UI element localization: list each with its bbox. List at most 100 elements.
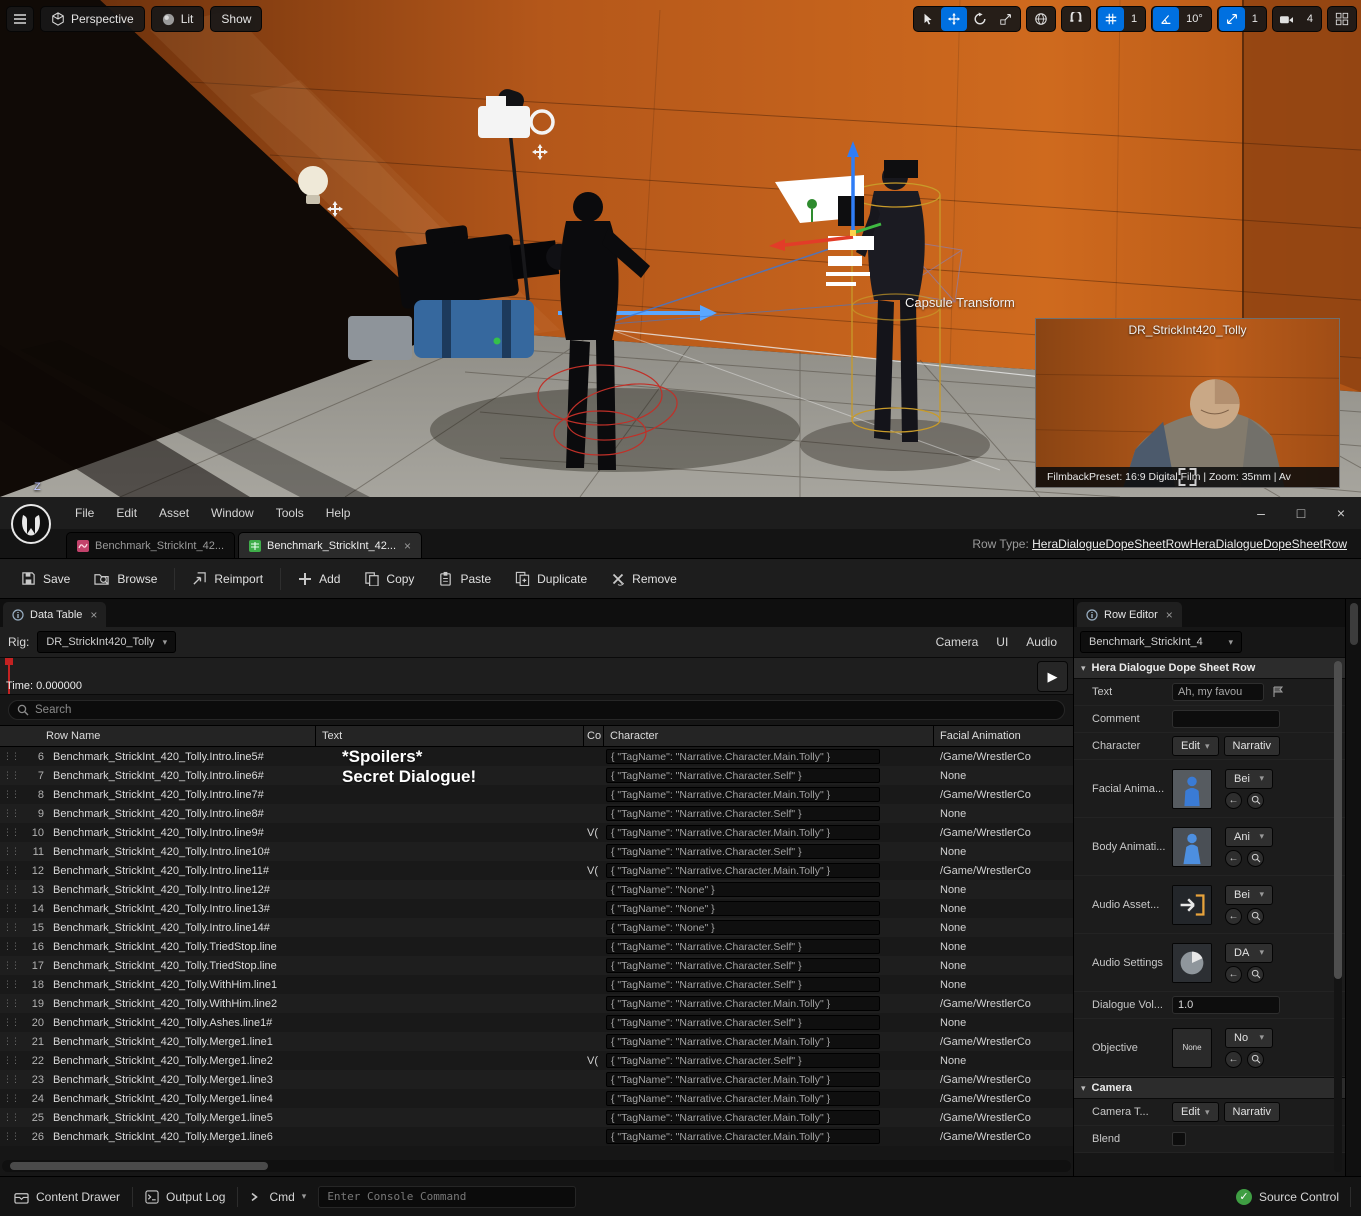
drag-handle-icon[interactable]: ⋮⋮	[0, 884, 22, 895]
cell-facial-animation[interactable]: None	[934, 903, 1073, 915]
table-row[interactable]: ⋮⋮ 7 Benchmark_StrickInt_420_Tolly.Intro…	[0, 766, 1073, 785]
scrollbar-thumb[interactable]	[1334, 661, 1342, 979]
drag-handle-icon[interactable]: ⋮⋮	[0, 1017, 22, 1028]
cell-character[interactable]: { "TagName": "Narrative.Character.Self" …	[604, 1015, 934, 1030]
rotate-tool-button[interactable]	[967, 7, 993, 31]
objective-thumbnail[interactable]: None	[1172, 1028, 1212, 1068]
drag-handle-icon[interactable]: ⋮⋮	[0, 1074, 22, 1085]
cell-facial-animation[interactable]: /Game/WrestlerCo	[934, 1112, 1073, 1124]
content-drawer-button[interactable]: Content Drawer	[10, 1183, 124, 1211]
use-selected-icon[interactable]: ←	[1225, 1051, 1242, 1068]
move-tool-button[interactable]	[941, 7, 967, 31]
column-comment[interactable]: Co	[584, 726, 604, 746]
table-row[interactable]: ⋮⋮ 10 Benchmark_StrickInt_420_Tolly.Intr…	[0, 823, 1073, 842]
drag-handle-icon[interactable]: ⋮⋮	[0, 827, 22, 838]
scrollbar-thumb[interactable]	[1350, 603, 1358, 645]
menu-item[interactable]: Asset	[148, 506, 200, 520]
row-type-link[interactable]: HeraDialogueDopeSheetRowHeraDialogueDope…	[1032, 537, 1347, 551]
menu-item[interactable]: File	[64, 506, 105, 520]
table-row[interactable]: ⋮⋮ 21 Benchmark_StrickInt_420_Tolly.Merg…	[0, 1032, 1073, 1051]
localize-flag-icon[interactable]	[1269, 684, 1286, 701]
maximize-viewport-button[interactable]	[1329, 7, 1355, 31]
grid-snap-button[interactable]	[1098, 7, 1124, 31]
camera-tag-button[interactable]: Narrativ	[1224, 1102, 1281, 1122]
cell-facial-animation[interactable]: /Game/WrestlerCo	[934, 998, 1073, 1010]
character-tag-button[interactable]: Narrativ	[1224, 736, 1281, 756]
panel-tab-close-icon[interactable]: ×	[88, 608, 97, 622]
cell-character[interactable]: { "TagName": "Narrative.Character.Main.T…	[604, 996, 934, 1011]
cell-facial-animation[interactable]: /Game/WrestlerCo	[934, 751, 1073, 763]
cell-character[interactable]: { "TagName": "Narrative.Character.Self" …	[604, 768, 934, 783]
close-button[interactable]: ×	[1321, 498, 1361, 528]
drag-handle-icon[interactable]: ⋮⋮	[0, 1036, 22, 1047]
comment-input[interactable]	[1172, 710, 1280, 728]
table-row[interactable]: ⋮⋮ 15 Benchmark_StrickInt_420_Tolly.Intr…	[0, 918, 1073, 937]
drag-handle-icon[interactable]: ⋮⋮	[0, 1093, 22, 1104]
menu-item[interactable]: Window	[200, 506, 265, 520]
cell-facial-animation[interactable]: None	[934, 979, 1073, 991]
cell-character[interactable]: { "TagName": "Narrative.Character.Main.T…	[604, 1072, 934, 1087]
cell-facial-animation[interactable]: /Game/WrestlerCo	[934, 1036, 1073, 1048]
cell-facial-animation[interactable]: /Game/WrestlerCo	[934, 827, 1073, 839]
cell-facial-animation[interactable]: None	[934, 941, 1073, 953]
cmd-dropdown[interactable]: Cmd ▾	[246, 1183, 310, 1211]
drag-handle-icon[interactable]: ⋮⋮	[0, 903, 22, 914]
cell-character[interactable]: { "TagName": "Narrative.Character.Self" …	[604, 844, 934, 859]
console-command-input[interactable]: Enter Console Command	[318, 1186, 576, 1208]
window-scrollbar[interactable]	[1345, 599, 1361, 1176]
browse-asset-icon[interactable]	[1247, 908, 1264, 925]
source-control-button[interactable]: ✓ Source Control	[1232, 1183, 1343, 1211]
grid-snap-value[interactable]: 1	[1124, 13, 1144, 25]
cell-character[interactable]: { "TagName": "None" }	[604, 882, 934, 897]
drag-handle-icon[interactable]: ⋮⋮	[0, 865, 22, 876]
data-table-tab[interactable]: Data Table ×	[3, 602, 106, 627]
cell-facial-animation[interactable]: None	[934, 922, 1073, 934]
cell-facial-animation[interactable]: None	[934, 846, 1073, 858]
remove-button[interactable]: Remove	[600, 564, 688, 594]
asset-tab-active[interactable]: Benchmark_StrickInt_42... ×	[238, 532, 422, 558]
reimport-button[interactable]: Reimport	[181, 564, 274, 594]
audio-asset-thumbnail[interactable]	[1172, 885, 1212, 925]
cell-character[interactable]: { "TagName": "Narrative.Character.Self" …	[604, 939, 934, 954]
cell-facial-animation[interactable]: /Game/WrestlerCo	[934, 865, 1073, 877]
drag-handle-icon[interactable]: ⋮⋮	[0, 846, 22, 857]
browse-asset-icon[interactable]	[1247, 850, 1264, 867]
tab-close-icon[interactable]: ×	[402, 539, 411, 553]
section-camera[interactable]: ▾ Camera	[1074, 1077, 1345, 1099]
browse-button[interactable]: Browse	[83, 564, 168, 594]
table-row[interactable]: ⋮⋮ 17 Benchmark_StrickInt_420_Tolly.Trie…	[0, 956, 1073, 975]
lit-button[interactable]: Lit	[151, 6, 205, 32]
drag-handle-icon[interactable]: ⋮⋮	[0, 770, 22, 781]
drag-handle-icon[interactable]: ⋮⋮	[0, 960, 22, 971]
add-button[interactable]: Add	[287, 564, 351, 594]
rotation-snap-button[interactable]	[1153, 7, 1179, 31]
menu-item[interactable]: Edit	[105, 506, 148, 520]
table-row[interactable]: ⋮⋮ 20 Benchmark_StrickInt_420_Tolly.Ashe…	[0, 1013, 1073, 1032]
browse-asset-icon[interactable]	[1247, 792, 1264, 809]
cell-facial-animation[interactable]: None	[934, 960, 1073, 972]
table-row[interactable]: ⋮⋮ 18 Benchmark_StrickInt_420_Tolly.With…	[0, 975, 1073, 994]
drag-handle-icon[interactable]: ⋮⋮	[0, 1112, 22, 1123]
blend-checkbox[interactable]	[1172, 1132, 1186, 1146]
row-editor-scrollbar[interactable]	[1334, 661, 1342, 1172]
drag-handle-icon[interactable]: ⋮⋮	[0, 979, 22, 990]
camera-speed-value[interactable]: 4	[1300, 13, 1320, 25]
cell-character[interactable]: { "TagName": "None" }	[604, 920, 934, 935]
table-row[interactable]: ⋮⋮ 6 Benchmark_StrickInt_420_Tolly.Intro…	[0, 747, 1073, 766]
section-hera-dialogue[interactable]: ▾ Hera Dialogue Dope Sheet Row	[1074, 657, 1345, 679]
cell-character[interactable]: { "TagName": "Narrative.Character.Self" …	[604, 977, 934, 992]
drag-handle-icon[interactable]: ⋮⋮	[0, 998, 22, 1009]
table-row[interactable]: ⋮⋮ 14 Benchmark_StrickInt_420_Tolly.Intr…	[0, 899, 1073, 918]
cell-character[interactable]: { "TagName": "Narrative.Character.Main.T…	[604, 1110, 934, 1125]
drag-handle-icon[interactable]: ⋮⋮	[0, 941, 22, 952]
level-viewport[interactable]: Perspective Lit Show	[0, 0, 1361, 497]
scale-snap-button[interactable]	[1219, 7, 1245, 31]
character-edit-button[interactable]: Edit▾	[1172, 736, 1219, 756]
cell-character[interactable]: { "TagName": "Narrative.Character.Main.T…	[604, 787, 934, 802]
copy-button[interactable]: Copy	[353, 564, 425, 594]
cell-facial-animation[interactable]: /Game/WrestlerCo	[934, 1131, 1073, 1143]
rotation-snap-value[interactable]: 10°	[1179, 13, 1210, 25]
menu-item[interactable]: Help	[315, 506, 362, 520]
table-row[interactable]: ⋮⋮ 19 Benchmark_StrickInt_420_Tolly.With…	[0, 994, 1073, 1013]
rig-dropdown[interactable]: DR_StrickInt420_Tolly ▾	[37, 631, 176, 653]
